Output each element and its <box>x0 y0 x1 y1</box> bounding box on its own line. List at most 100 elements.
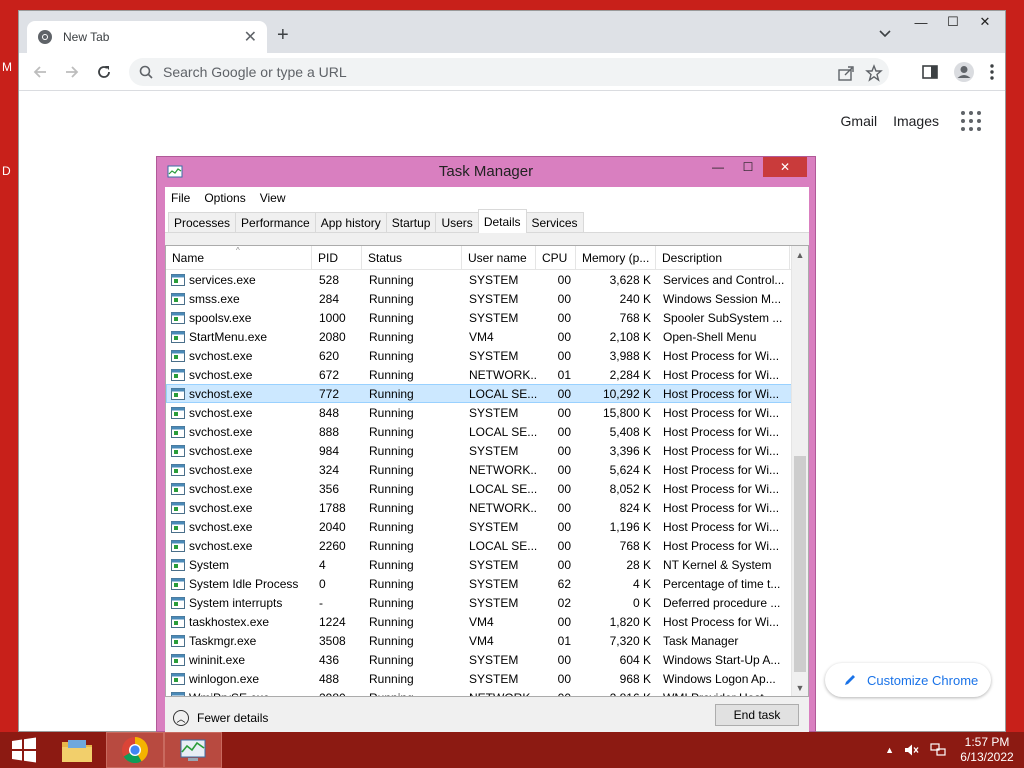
table-row[interactable]: smss.exe 284 Running SYSTEM 00 240 K Windows S… <box>166 289 808 308</box>
table-row[interactable]: System Idle Process 0 Running SYSTEM 62 4 K Pe… <box>166 574 808 593</box>
table-row[interactable]: System interrupts - Running SYSTEM 02 0 K Defe… <box>166 593 808 612</box>
cell-mem: 15,800 K <box>602 405 651 420</box>
cell-pid: 2980 <box>313 691 363 697</box>
cell-mem: 1,820 K <box>609 614 651 629</box>
cell-pid: 1000 <box>319 310 346 325</box>
network-icon[interactable] <box>930 743 946 757</box>
clock[interactable]: 1:57 PM 6/13/2022 <box>956 735 1018 765</box>
cell-name: taskhostex.exe <box>167 615 313 629</box>
table-row[interactable]: WmiPrvSE.exe 2980RunningNETWORK...002,816… <box>166 688 808 697</box>
menu-file[interactable]: File <box>171 191 190 205</box>
menu-options[interactable]: Options <box>204 191 245 205</box>
process-name: svchost.exe <box>189 386 253 401</box>
scroll-down-icon[interactable]: ▼ <box>792 679 808 696</box>
cell-user: NETWORK... <box>469 500 537 515</box>
tm-close-button[interactable]: ✕ <box>763 157 807 177</box>
back-arrow-icon[interactable] <box>31 63 49 81</box>
tab-performance[interactable]: Performance <box>235 212 316 232</box>
process-icon <box>171 349 185 362</box>
table-row[interactable]: svchost.exe 772 Running LOCAL SE... 00 10,292… <box>166 384 808 403</box>
forward-arrow-icon[interactable] <box>63 63 81 81</box>
sort-ascending-icon: ^ <box>236 246 240 255</box>
minimize-button[interactable]: — <box>905 11 937 33</box>
table-row[interactable]: StartMenu.exe 2080 Running VM4 00 2,108 K Open… <box>166 327 808 346</box>
fewer-details-button[interactable]: ︿ Fewer details <box>173 710 268 726</box>
cell-user: SYSTEM <box>469 348 519 363</box>
column-user-name[interactable]: User name <box>462 246 536 269</box>
tab-services[interactable]: Services <box>525 212 584 232</box>
customize-chrome-button[interactable]: Customize Chrome <box>825 663 991 697</box>
tab-new-tab[interactable]: New Tab ✕ <box>27 21 267 53</box>
tab-app-history[interactable]: App history <box>314 212 387 232</box>
volume-muted-icon[interactable] <box>904 743 920 757</box>
images-link[interactable]: Images <box>893 113 939 129</box>
table-row[interactable]: svchost.exe 2260 Running LOCAL SE... 00 768 K… <box>166 536 808 555</box>
tab-details[interactable]: Details <box>477 209 527 233</box>
table-row[interactable]: svchost.exe 984 Running SYSTEM 00 3,396 K Host… <box>166 441 808 460</box>
profile-avatar-icon[interactable] <box>953 61 975 83</box>
scroll-up-icon[interactable]: ▲ <box>792 246 808 263</box>
table-row[interactable]: svchost.exe 1788 Running NETWORK... 00 824 K H… <box>166 498 808 517</box>
cell-user: VM4 <box>469 633 494 648</box>
cell-desc: Task Manager <box>663 633 739 648</box>
column-cpu[interactable]: CPU <box>536 246 576 269</box>
process-name: services.exe <box>189 272 256 287</box>
end-task-button[interactable]: End task <box>715 704 799 726</box>
omnibox-input[interactable] <box>163 64 803 80</box>
taskbar-task-manager[interactable] <box>164 732 222 768</box>
table-row[interactable]: svchost.exe 2040 Running SYSTEM 00 1,196 K Hos… <box>166 517 808 536</box>
bookmark-star-icon[interactable] <box>865 64 883 82</box>
tab-users[interactable]: Users <box>435 212 479 232</box>
close-button[interactable]: ✕ <box>969 11 1001 33</box>
table-row[interactable]: System 4 Running SYSTEM 00 28 K NT Kernel & Sy… <box>166 555 808 574</box>
tm-maximize-button[interactable]: ☐ <box>733 157 763 177</box>
table-row[interactable]: wininit.exe 436 Running SYSTEM 00 604 K Window… <box>166 650 808 669</box>
gmail-link[interactable]: Gmail <box>841 113 878 129</box>
table-row[interactable]: spoolsv.exe 1000 Running SYSTEM 00 768 K Spool… <box>166 308 808 327</box>
reload-icon[interactable] <box>95 63 113 81</box>
google-apps-icon[interactable] <box>961 111 981 131</box>
cell-name: svchost.exe <box>167 444 313 458</box>
column-memory[interactable]: Memory (p... <box>576 246 656 269</box>
table-row[interactable]: svchost.exe 324 Running NETWORK... 00 5,624 K… <box>166 460 808 479</box>
table-row[interactable]: svchost.exe 672 Running NETWORK... 01 2,284 K… <box>166 365 808 384</box>
cell-status: Running <box>369 386 414 401</box>
tab-search-chevron-icon[interactable] <box>877 27 893 41</box>
cell-user: SYSTEM <box>469 671 519 686</box>
task-manager-title-bar[interactable]: Task Manager — ☐ ✕ <box>157 157 815 187</box>
tray-overflow-chevron-icon[interactable]: ▲ <box>885 745 894 755</box>
maximize-button[interactable]: ☐ <box>937 11 969 33</box>
table-row[interactable]: winlogon.exe 488 Running SYSTEM 00 968 K Windo… <box>166 669 808 688</box>
omnibox[interactable] <box>129 58 889 86</box>
scroll-thumb[interactable] <box>794 456 806 672</box>
tab-startup[interactable]: Startup <box>385 212 437 232</box>
column-description[interactable]: Description <box>656 246 790 269</box>
table-row[interactable]: svchost.exe 620 Running SYSTEM 00 3,988 K Host… <box>166 346 808 365</box>
table-row[interactable]: svchost.exe 356 Running LOCAL SE... 00 8,052 … <box>166 479 808 498</box>
taskbar-chrome[interactable] <box>106 732 164 768</box>
table-row[interactable]: svchost.exe 888 Running LOCAL SE... 00 5,408 … <box>166 422 808 441</box>
side-panel-icon[interactable] <box>921 63 939 81</box>
chrome-menu-icon[interactable] <box>989 63 995 81</box>
tab-processes[interactable]: Processes <box>168 212 237 232</box>
tab-close-icon[interactable]: ✕ <box>244 27 257 47</box>
details-table: ^ Name PID Status User name CPU Memory (… <box>165 245 809 697</box>
new-tab-button[interactable]: + <box>277 25 289 45</box>
column-pid[interactable]: PID <box>312 246 362 269</box>
table-row[interactable]: svchost.exe 848 Running SYSTEM 00 15,800 K Hos… <box>166 403 808 422</box>
tm-minimize-button[interactable]: — <box>703 157 733 177</box>
process-icon <box>171 463 185 476</box>
taskbar-file-explorer[interactable] <box>48 732 106 768</box>
cell-name: Taskmgr.exe <box>167 634 313 648</box>
vertical-scrollbar[interactable]: ▲ ▼ <box>791 246 808 696</box>
menu-view[interactable]: View <box>260 191 286 205</box>
cell-status: Running <box>369 272 414 287</box>
process-name: smss.exe <box>189 291 240 306</box>
table-row[interactable]: Taskmgr.exe 3508 Running VM4 01 7,320 K Task M… <box>166 631 808 650</box>
cell-cpu: 00 <box>557 519 571 534</box>
table-row[interactable]: services.exe 528 Running SYSTEM 00 3,628 K Ser… <box>166 270 808 289</box>
table-row[interactable]: taskhostex.exe 1224 Running VM4 00 1,820 K Hos… <box>166 612 808 631</box>
column-status[interactable]: Status <box>362 246 462 269</box>
share-icon[interactable] <box>837 64 855 82</box>
start-button[interactable] <box>0 732 48 768</box>
